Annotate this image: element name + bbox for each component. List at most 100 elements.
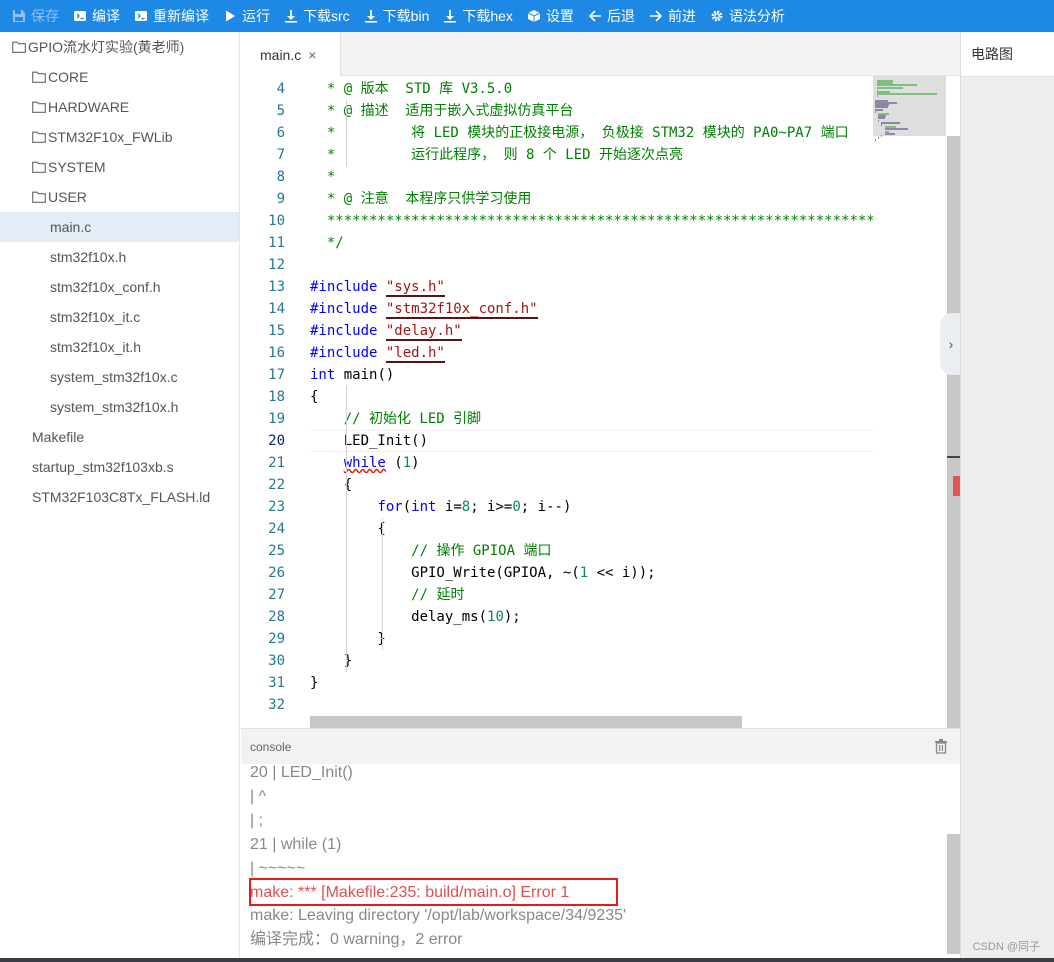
tree-file-item[interactable]: system_stm32f10x.h [0,392,239,422]
toolbar-button-7[interactable]: 设置 [527,0,574,32]
tree-item-label: startup_stm32f103xb.s [32,459,174,475]
code-line: #include "stm32f10x_conf.h" [310,298,538,320]
tab-main-c[interactable]: main.c × [241,32,341,77]
circuit-panel-title[interactable]: 电路图 [961,32,1054,77]
download-icon [443,9,457,23]
minimap[interactable] [873,76,948,728]
console-error-line: make: *** [Makefile:235: build/main.o] E… [250,884,570,901]
code-token: 10 [487,609,504,625]
tree-folder-item[interactable]: HARDWARE [0,92,239,122]
code-token: ); [503,609,521,625]
code-token: */ [310,235,344,251]
minimap-line [881,135,883,137]
toolbar-button-0[interactable]: 保存 [12,0,59,32]
code-token: // 初始化 LED 引脚 [343,411,482,427]
code-token: #include [310,323,386,339]
play-icon [223,9,237,23]
tree-file-item[interactable]: stm32f10x_it.c [0,302,239,332]
code-line: * @ 注意 本程序只供学习使用 [310,188,532,210]
console-scrollbar[interactable] [947,834,960,954]
tree-file-item[interactable]: stm32f10x_it.h [0,332,239,362]
tree-file-item[interactable]: Makefile [0,422,239,452]
code-token: * @ 版本 STD 库 V3.5.0 [310,81,513,97]
tree-item-label: main.c [50,219,92,235]
line-number: 19 [268,411,285,427]
line-number: 22 [268,477,285,493]
console-line: 编译完成：0 warning，2 error [250,931,463,948]
expand-right-arrow-icon[interactable]: › [940,313,962,375]
line-number: 13 [268,279,285,295]
code-line: { [310,518,385,540]
tree-item-label: stm32f10x_it.c [50,309,141,325]
toolbar-button-3[interactable]: 运行 [223,0,270,32]
code-area[interactable]: * @ 版本 STD 库 V3.5.0 * @ 描述 适用于嵌入式虚拟仿真平台 … [310,76,873,728]
toolbar-button-6[interactable]: 下载hex [443,0,513,32]
line-number: 26 [268,565,285,581]
line-number: 5 [276,103,285,119]
compile-icon [73,9,87,23]
code-token: ; i>= [470,499,513,515]
folder-icon [32,71,46,83]
line-number: 29 [268,631,285,647]
watermark: CSDN @同子 [972,941,1040,953]
minimap-line [878,137,879,140]
editor-horizontal-scrollbar[interactable] [310,716,742,728]
trash-icon[interactable] [934,738,948,754]
code-editor[interactable]: 4 5 6 7 8 9 10 11 12 13 14 15 16 17 18 19 20 21 22 23 24 25 26… [241,76,960,728]
tree-file-item[interactable]: STM32F103C8Tx_FLASH.ld [0,482,239,512]
code-token: int [411,499,437,515]
toolbar-button-1[interactable]: 编译 [73,0,120,32]
toolbar-button-label: 编译 [92,8,120,24]
tree-file-item[interactable]: startup_stm32f103xb.s [0,452,239,482]
toolbar-button-label: 重新编译 [153,8,209,24]
console-line: make: Leaving directory '/opt/lab/worksp… [250,907,627,924]
tree-file-item[interactable]: stm32f10x_conf.h [0,272,239,302]
tree-file-item[interactable]: main.c [0,212,239,242]
editor-tabbar: main.c × [241,32,960,77]
minimap-line [876,95,879,98]
code-token: LED_Init() [310,433,429,449]
tree-item-label: HARDWARE [48,99,130,115]
tree-item-label: stm32f10x.h [50,249,127,265]
toolbar-button-8[interactable]: 后退 [588,0,635,32]
code-token: { [310,389,319,405]
code-line: * @ 版本 STD 库 V3.5.0 [310,78,512,100]
minimap-line [875,139,876,142]
minimap-line [875,108,883,111]
tree-folder-item[interactable]: SYSTEM [0,152,239,182]
toolbar: 保存 编译 重新编译 运行 下载src 下载bin 下载hex 设置 后退 前进 语法分析 [0,0,1054,32]
editor-vertical-scrollbar[interactable] [947,136,960,728]
tree-file-item[interactable]: system_stm32f10x.c [0,362,239,392]
line-number: 14 [268,301,285,317]
toolbar-button-label: 下载bin [382,8,430,24]
line-number: 7 [276,147,285,163]
tree-folder-item[interactable]: CORE [0,62,239,92]
toolbar-button-4[interactable]: 下载src [284,0,350,32]
tree-folder-item[interactable]: GPIO流水灯实验(黄老师) [0,32,239,62]
scrollbar-cursor-marker [947,456,960,458]
toolbar-button-10[interactable]: 语法分析 [710,0,785,32]
indent-guide [382,518,383,650]
toolbar-button-5[interactable]: 下载bin [364,0,430,32]
code-line: LED_Init() [310,430,428,452]
tree-folder-item[interactable]: STM32F10x_FWLib [0,122,239,152]
code-token: while [343,455,386,471]
tab-close-button[interactable]: × [308,47,316,63]
code-token: 1 [402,455,412,471]
code-token: * @ 描述 适用于嵌入式虚拟仿真平台 [310,103,574,119]
line-number: 8 [276,169,285,185]
toolbar-button-9[interactable]: 前进 [649,0,696,32]
toolbar-button-2[interactable]: 重新编译 [134,0,209,32]
tab-label: main.c [260,46,302,63]
tree-item-label: stm32f10x_it.h [50,339,142,355]
code-line: * 运行此程序， 则 8 个 LED 开始逐次点亮 [310,144,683,166]
code-line: #include "sys.h" [310,276,445,298]
toolbar-button-label: 下载src [303,8,350,24]
code-token: ****************************************… [326,213,873,229]
download-icon [284,9,298,23]
code-token: i= [436,499,462,515]
tree-file-item[interactable]: stm32f10x.h [0,242,239,272]
toolbar-button-label: 前进 [667,8,696,24]
tree-folder-item[interactable]: USER [0,182,239,212]
